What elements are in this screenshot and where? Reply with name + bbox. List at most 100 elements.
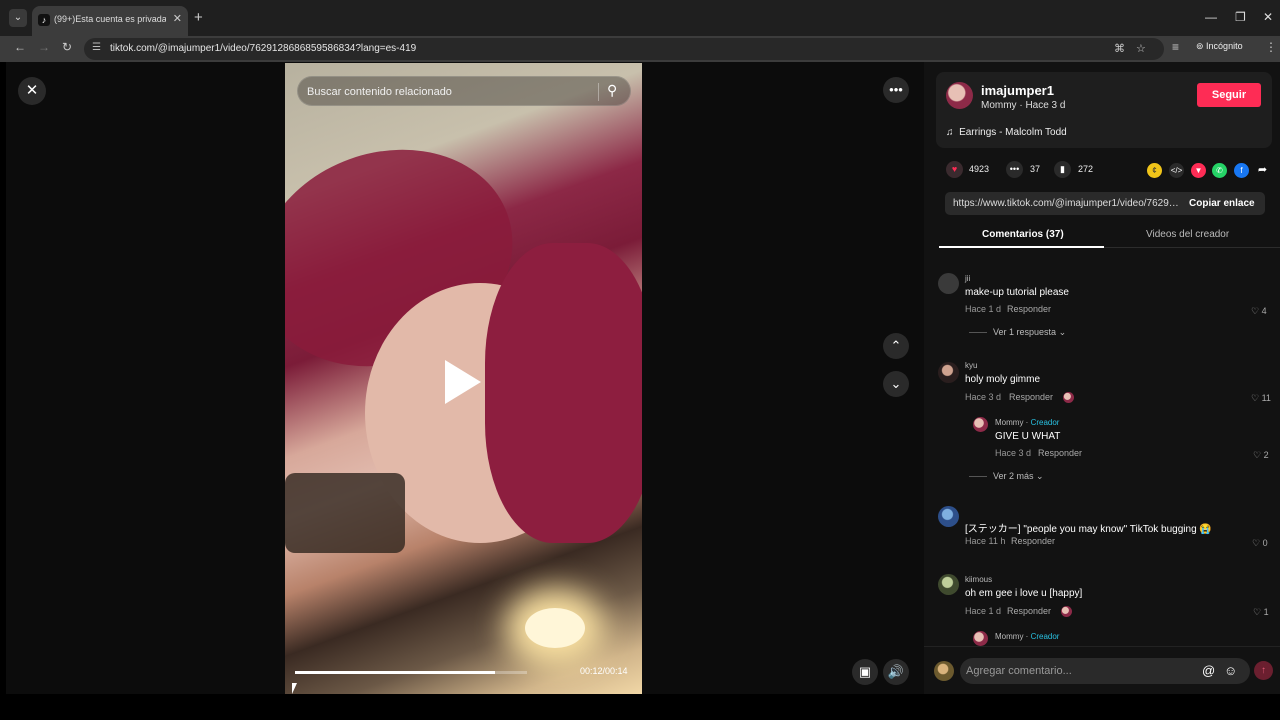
reply-button[interactable]: Responder: [1007, 304, 1051, 314]
site-info-icon[interactable]: ☰: [92, 42, 101, 53]
heart-outline-icon: ♡: [1253, 450, 1262, 460]
comment-time: Hace 1 d: [965, 606, 1002, 616]
comment-username[interactable]: kyu: [965, 361, 977, 370]
reply-username[interactable]: Mommy · Creador: [995, 418, 1059, 427]
tiktok-page: ✕ Buscar contenido relacionado ⚲ 00:12/0…: [6, 62, 1280, 694]
saves-count: 272: [1078, 164, 1094, 174]
tab-comments[interactable]: Comentarios (37): [982, 229, 1064, 240]
tiktok-coin-icon[interactable]: ¢: [1147, 163, 1162, 178]
video-time: 00:12/00:14: [580, 666, 628, 676]
reply-button[interactable]: Responder: [1011, 536, 1055, 546]
new-tab-button[interactable]: +: [194, 9, 203, 26]
my-avatar[interactable]: [934, 661, 954, 681]
comment-time: Hace 3 d: [965, 392, 1002, 402]
comment-text: make-up tutorial please: [965, 287, 1069, 298]
comment-like-count: 4: [1261, 306, 1267, 316]
close-window-icon[interactable]: ✕: [1263, 10, 1273, 24]
next-video-icon[interactable]: ⌄: [883, 371, 909, 397]
likes-count: 4923: [969, 164, 990, 174]
reply-username[interactable]: Mommy · Creador: [995, 632, 1059, 641]
tab-search-dropdown-icon[interactable]: ⌄: [9, 9, 27, 27]
reload-icon[interactable]: ↻: [62, 40, 72, 54]
author-username[interactable]: imajumper1: [981, 83, 1054, 98]
music-info[interactable]: ♫ Earrings - Malcolm Todd: [946, 127, 1067, 138]
close-video-button[interactable]: ✕: [18, 77, 46, 105]
comment-list: jii make-up tutorial please Hace 1 d Res…: [924, 250, 1280, 646]
bookmark-star-icon[interactable]: ☆: [1136, 42, 1146, 55]
share-arrow-icon[interactable]: ➦: [1255, 163, 1270, 178]
comment-icon[interactable]: •••: [1006, 161, 1023, 178]
tab-creator-videos[interactable]: Videos del creador: [1146, 229, 1229, 240]
comment-composer: Agregar comentario... @ ☺ ↑: [924, 646, 1280, 694]
media-control-icon[interactable]: ≡: [1172, 40, 1179, 54]
translate-icon[interactable]: ⌘: [1114, 42, 1125, 55]
incognito-badge[interactable]: ⊚ Incógnito: [1196, 41, 1243, 52]
reply-like[interactable]: ♡ 2: [1253, 450, 1269, 461]
heart-icon[interactable]: ♥: [946, 161, 963, 178]
mention-icon[interactable]: @: [1202, 663, 1215, 678]
view-more-button[interactable]: Ver 2 más ⌄: [969, 471, 1044, 482]
back-icon[interactable]: ←: [14, 40, 26, 54]
music-note-icon: ♫: [946, 127, 954, 138]
address-bar[interactable]: ☰ tiktok.com/@imajumper1/video/762912868…: [84, 38, 1164, 60]
comment-username[interactable]: jii: [965, 274, 970, 283]
previous-video-icon[interactable]: ⌃: [883, 333, 909, 359]
heart-outline-icon: ♡: [1252, 538, 1261, 548]
browser-tab[interactable]: ♪ (99+)Esta cuenta es privada. Sigue ✕: [32, 6, 188, 36]
comment-like[interactable]: ♡ 4: [1251, 306, 1267, 317]
comment-like[interactable]: ♡ 0: [1252, 538, 1268, 549]
comment-like-count: 11: [1261, 393, 1271, 403]
comment-avatar[interactable]: [938, 362, 959, 383]
search-icon[interactable]: ⚲: [607, 82, 617, 99]
comment-avatar[interactable]: [938, 574, 959, 595]
play-icon[interactable]: [445, 360, 481, 404]
more-options-icon[interactable]: •••: [883, 77, 909, 103]
send-comment-icon[interactable]: ↑: [1254, 661, 1273, 680]
copy-link-button[interactable]: Copiar enlace: [1189, 198, 1255, 209]
tab-title: (99+)Esta cuenta es privada. Sigue: [54, 14, 166, 24]
panel-tabs: Comentarios (37) Videos del creador: [939, 225, 1280, 248]
comment-like[interactable]: ♡ 11: [1251, 393, 1271, 404]
reply-button[interactable]: Responder: [1009, 392, 1053, 402]
reply-time: Hace 3 d: [995, 448, 1032, 458]
embed-icon[interactable]: </>: [1169, 163, 1184, 178]
browser-menu-icon[interactable]: ⋮: [1265, 40, 1277, 54]
reply-avatar[interactable]: [973, 417, 988, 432]
comment-avatar[interactable]: [938, 273, 959, 294]
close-tab-icon[interactable]: ✕: [173, 12, 182, 25]
reply-user-name: Mommy: [995, 632, 1024, 641]
restore-icon[interactable]: ❐: [1235, 10, 1246, 24]
picture-in-picture-icon[interactable]: ▣: [852, 659, 878, 685]
reply-button[interactable]: Responder: [1007, 606, 1051, 616]
facebook-icon[interactable]: f: [1234, 163, 1249, 178]
send-icon[interactable]: ▼: [1191, 163, 1206, 178]
browser-toolbar: ← → ↻ ☰ tiktok.com/@imajumper1/video/762…: [0, 36, 1280, 62]
view-replies-button[interactable]: Ver 1 respuesta ⌄: [969, 327, 1066, 338]
tiktok-icon: ♪: [38, 14, 50, 26]
author-avatar[interactable]: [946, 82, 973, 109]
video-progress-bar[interactable]: [295, 671, 527, 674]
related-search-bar[interactable]: Buscar contenido relacionado ⚲: [297, 76, 631, 106]
forward-icon[interactable]: →: [38, 40, 50, 54]
mouse-cursor-icon: [292, 683, 297, 694]
video-stage: ✕ Buscar contenido relacionado ⚲ 00:12/0…: [6, 62, 924, 694]
follow-button[interactable]: Seguir: [1197, 83, 1261, 107]
comment-username[interactable]: kiimous: [965, 575, 992, 584]
browser-tab-bar: ⌄ ♪ (99+)Esta cuenta es privada. Sigue ✕…: [0, 0, 1280, 36]
emoji-icon[interactable]: ☺: [1224, 663, 1237, 678]
comment-text: holy moly gimme: [965, 374, 1041, 385]
reply-text: GIVE U WHAT: [995, 431, 1061, 442]
comment-like[interactable]: ♡ 1: [1253, 607, 1269, 618]
comment-avatar[interactable]: [938, 506, 959, 527]
volume-icon[interactable]: 🔊: [883, 659, 909, 685]
video-player[interactable]: Buscar contenido relacionado ⚲ 00:12/00:…: [285, 63, 642, 694]
music-title: Earrings - Malcolm Todd: [959, 127, 1067, 138]
bookmark-icon[interactable]: ▮: [1054, 161, 1071, 178]
comment-input[interactable]: Agregar comentario... @ ☺: [960, 658, 1250, 684]
whatsapp-icon[interactable]: ✆: [1212, 163, 1227, 178]
reply-avatar[interactable]: [973, 631, 988, 646]
reply-button[interactable]: Responder: [1038, 448, 1082, 458]
related-search-input[interactable]: Buscar contenido relacionado: [307, 86, 452, 98]
search-divider: [598, 83, 599, 101]
minimize-icon[interactable]: —: [1205, 10, 1217, 24]
